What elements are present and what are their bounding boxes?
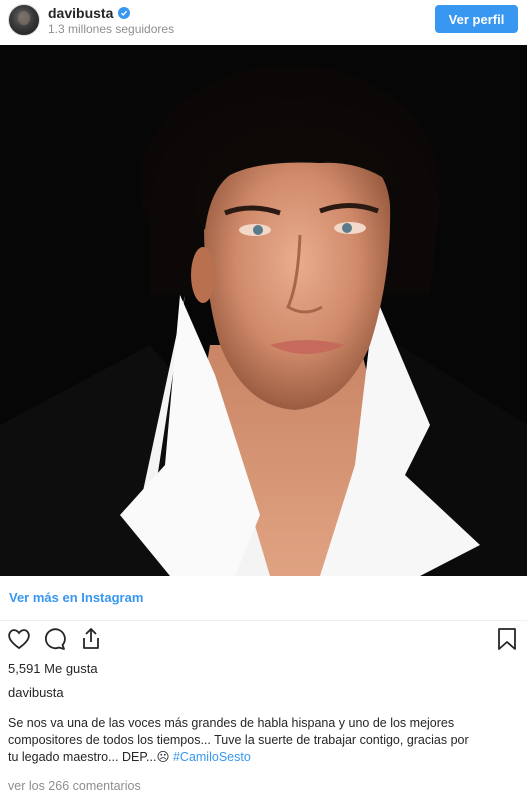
view-profile-button[interactable]: Ver perfil: [435, 5, 518, 33]
caption-line: tu legado maestro... DEP...☹ #CamiloSest…: [8, 749, 518, 766]
post-image[interactable]: [0, 45, 527, 576]
caption-line: Se nos va una de las voces más grandes d…: [8, 716, 455, 730]
hashtag-link[interactable]: #CamiloSesto: [173, 750, 251, 764]
like-count[interactable]: 5,591 Me gusta: [8, 661, 98, 676]
follower-count: 1.3 millones seguidores: [48, 22, 175, 36]
post-caption: Se nos va una de las voces más grandes d…: [8, 715, 518, 766]
post-author[interactable]: davibusta: [8, 685, 64, 700]
username[interactable]: davibusta: [48, 5, 113, 21]
bookmark-icon[interactable]: [494, 626, 520, 652]
divider: [0, 620, 527, 621]
view-comments-link[interactable]: ver los 266 comentarios: [8, 779, 141, 793]
verified-badge-icon: [118, 7, 131, 19]
comment-icon[interactable]: [42, 626, 68, 652]
username-row: davibusta: [48, 5, 131, 21]
share-icon[interactable]: [78, 626, 104, 652]
caption-text: tu legado maestro... DEP...☹: [8, 750, 173, 764]
action-bar: [0, 626, 527, 654]
heart-icon[interactable]: [6, 626, 32, 652]
view-more-instagram-link[interactable]: Ver más en Instagram: [9, 590, 143, 605]
post-header: davibusta 1.3 millones seguidores Ver pe…: [0, 0, 527, 44]
avatar[interactable]: [8, 4, 40, 36]
caption-line: compositores de todos los tiempos... Tuv…: [8, 733, 469, 747]
